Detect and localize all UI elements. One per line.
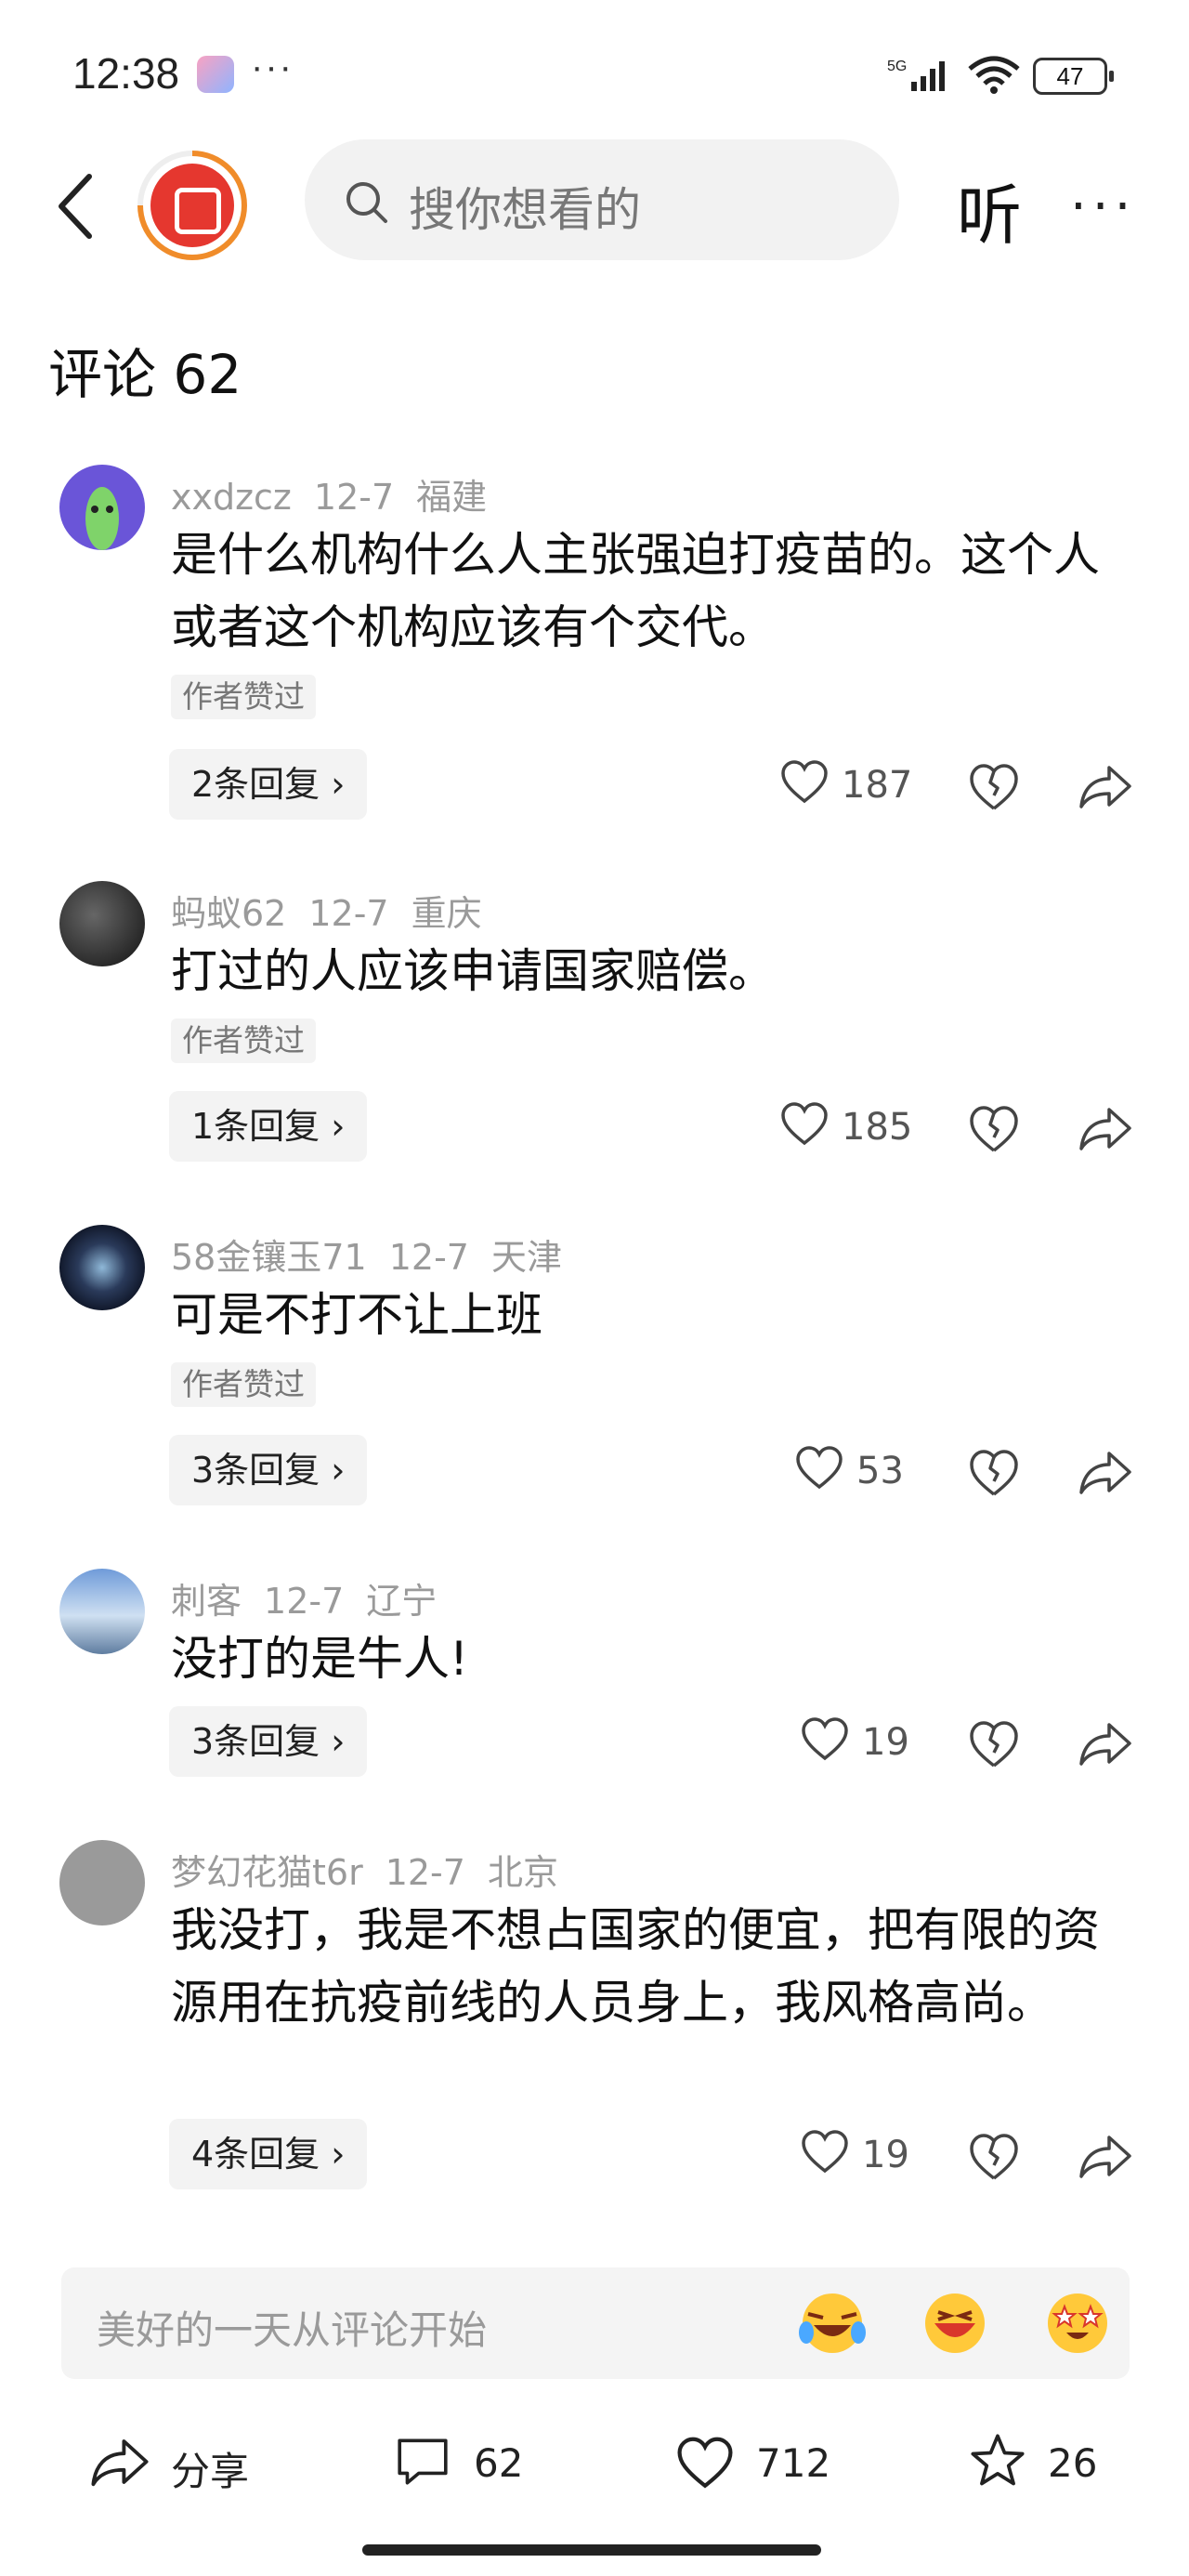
comment-location: 福建 [416, 477, 488, 518]
like-count: 19 [862, 1721, 909, 1764]
search-icon [346, 182, 387, 223]
comment-date: 12-7 [388, 1237, 469, 1278]
comments-header: 评论 62 [48, 343, 242, 406]
comment-location: 辽宁 [366, 1581, 438, 1622]
author-liked-badge: 作者赞过 [171, 1019, 316, 1063]
dislike-icon[interactable] [966, 2128, 1022, 2184]
status-time: 12:38 [72, 49, 180, 98]
commenter-avatar[interactable] [59, 1225, 145, 1310]
comment-location: 天津 [490, 1237, 562, 1278]
like-count: 53 [856, 1450, 904, 1492]
like-button[interactable]: 19 [801, 1710, 909, 1775]
comment-username: 梦幻花猫t6r [171, 1852, 363, 1893]
replies-button[interactable]: 1条回复 › [169, 1091, 368, 1162]
search-box[interactable]: 搜你想看的 [305, 139, 899, 260]
heart-icon [802, 1717, 848, 1761]
commenter-avatar[interactable] [59, 1569, 145, 1654]
comment-date: 12-7 [385, 1852, 465, 1893]
more-notifications-icon: ··· [251, 46, 294, 87]
comment-input-placeholder: 美好的一天从评论开始 [97, 2307, 488, 2353]
heart-icon [781, 760, 828, 804]
heart-icon [781, 1102, 828, 1146]
comment-meta: 梦幻花猫t6r 12-7 北京 [171, 1844, 581, 1895]
comment-username: 58金镶玉71 [171, 1237, 367, 1278]
comment-date: 12-7 [308, 893, 389, 934]
back-icon[interactable] [48, 169, 104, 243]
share-button[interactable]: 分享 [89, 2425, 256, 2500]
comment-count: 62 [474, 2440, 524, 2486]
star-eyes-emoji-icon[interactable] [1040, 2286, 1115, 2360]
like-count: 185 [842, 1106, 913, 1149]
share-icon [91, 2439, 149, 2487]
dislike-icon[interactable] [966, 1444, 1022, 1500]
wifi-icon [968, 56, 1020, 94]
like-article-button[interactable]: 712 [676, 2425, 843, 2500]
commenter-avatar[interactable] [59, 881, 145, 966]
commenter-avatar[interactable] [59, 465, 145, 550]
heart-icon [802, 2130, 848, 2174]
author-liked-badge: 作者赞过 [171, 675, 316, 719]
listen-button[interactable]: 听 [957, 164, 1022, 257]
comment-meta: 蚂蚁62 12-7 重庆 [171, 885, 504, 936]
comment-username: 刺客 [171, 1581, 242, 1622]
comment-text: 是什么机构什么人主张强迫打疫苗的。这个人或者这个机构应该有个交代。 [171, 528, 1100, 654]
top-nav: 搜你想看的 听 ··· [0, 139, 1189, 260]
article-like-count: 712 [756, 2440, 831, 2486]
battery-icon: 47 [1033, 58, 1114, 95]
comment-meta: 58金镶玉71 12-7 天津 [171, 1229, 584, 1280]
author-liked-badge: 作者赞过 [171, 1362, 316, 1407]
share-icon[interactable] [1078, 1715, 1133, 1771]
favorite-button[interactable]: 26 [968, 2425, 1117, 2500]
dislike-icon[interactable] [966, 1715, 1022, 1771]
comment-date: 12-7 [264, 1581, 345, 1622]
comment-text: 打过的人应该申请国家赔偿。 [171, 944, 775, 998]
commenter-avatar[interactable] [59, 1840, 145, 1925]
signal-icon: 5G [887, 59, 945, 91]
comment-text: 可是不打不让上班 [171, 1288, 542, 1342]
comment-username: xxdzcz [171, 477, 292, 518]
like-count: 187 [842, 764, 913, 807]
bottom-action-bar: 分享 62 712 26 [0, 2407, 1189, 2518]
favorite-count: 26 [1048, 2440, 1098, 2486]
like-button[interactable]: 19 [801, 2123, 909, 2188]
like-button[interactable]: 185 [780, 1095, 912, 1160]
comment-input[interactable]: 美好的一天从评论开始 [61, 2267, 1130, 2379]
replies-button[interactable]: 3条回复 › [169, 1706, 368, 1777]
comment-text: 没打的是牛人! [171, 1632, 469, 1686]
comment-text: 我没打，我是不想占国家的便宜，把有限的资源用在抗疫前线的人员身上，我风格高尚。 [171, 1903, 1100, 2030]
star-icon [971, 2434, 1025, 2486]
comment-button[interactable]: 62 [394, 2425, 542, 2500]
dislike-icon[interactable] [966, 758, 1022, 814]
search-placeholder: 搜你想看的 [409, 183, 641, 237]
comment-icon [398, 2438, 448, 2485]
like-button[interactable]: 187 [780, 753, 912, 818]
more-options-button[interactable]: ··· [1070, 177, 1136, 237]
heart-icon [796, 1446, 843, 1490]
laughing-crying-emoji-icon[interactable] [795, 2286, 869, 2360]
dislike-icon[interactable] [966, 1100, 1022, 1156]
heart-icon [677, 2437, 733, 2489]
replies-button[interactable]: 4条回复 › [169, 2119, 368, 2189]
status-bar: 12:38 ··· 5G 47 [0, 0, 1189, 139]
app-notification-icon [197, 56, 234, 93]
home-indicator[interactable] [362, 2544, 821, 2556]
comment-username: 蚂蚁62 [171, 893, 287, 934]
replies-button[interactable]: 2条回复 › [169, 749, 368, 820]
share-icon[interactable] [1078, 1444, 1133, 1500]
share-icon[interactable] [1078, 2128, 1133, 2184]
comment-meta: xxdzcz 12-7 福建 [171, 468, 509, 519]
comment-location: 重庆 [411, 893, 482, 934]
comment-date: 12-7 [313, 477, 395, 518]
share-label: 分享 [171, 2449, 250, 2494]
replies-button[interactable]: 3条回复 › [169, 1435, 368, 1505]
network-label: 5G [887, 59, 907, 74]
share-icon[interactable] [1078, 1100, 1133, 1156]
author-avatar[interactable] [137, 151, 247, 260]
like-button[interactable]: 53 [795, 1439, 904, 1504]
like-count: 19 [862, 2134, 909, 2176]
comment-location: 北京 [487, 1852, 558, 1893]
grinning-emoji-icon[interactable] [918, 2286, 992, 2360]
comment-meta: 刺客 12-7 辽宁 [171, 1572, 459, 1623]
share-icon[interactable] [1078, 758, 1133, 814]
